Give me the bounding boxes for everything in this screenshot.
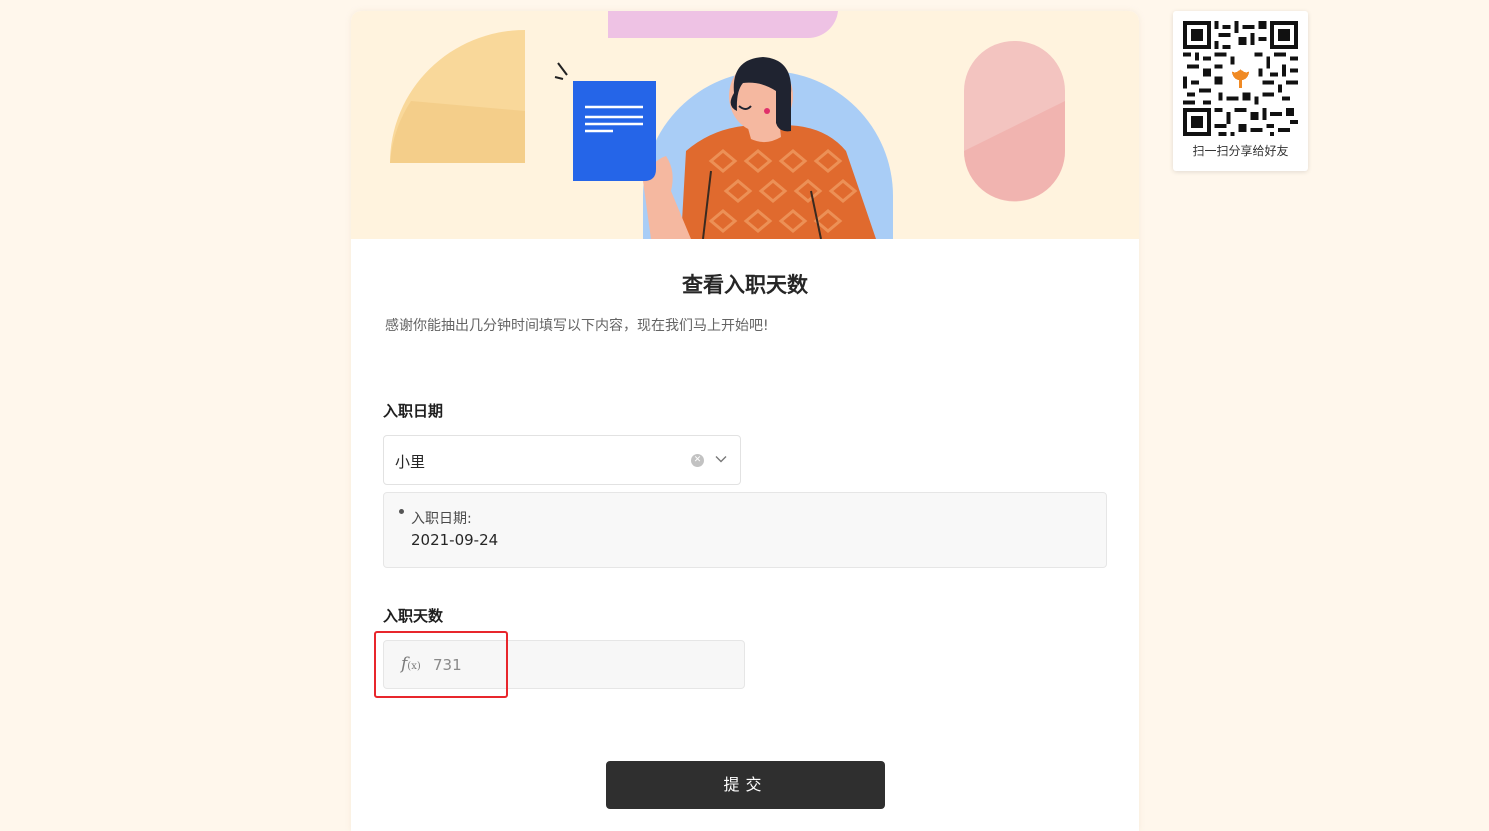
qr-caption: 扫一扫分享给好友 (1192, 144, 1289, 158)
form-card: 查看入职天数 感谢你能抽出几分钟时间填写以下内容，现在我们马上开始吧! 入职日期… (351, 11, 1139, 831)
join-date-detail-value: 2021-09-24 (411, 531, 499, 549)
join-date-label: 入职日期 (383, 402, 444, 420)
chevron-down-icon[interactable] (715, 453, 727, 465)
share-qr-card: 扫一扫分享给好友 (1173, 11, 1308, 171)
join-date-selected-value: 小里 (395, 453, 426, 471)
banner-illustration (390, 11, 1065, 239)
join-date-select[interactable]: 小里 ✕ (383, 435, 741, 485)
submit-button[interactable]: 提交 (606, 761, 885, 809)
join-date-detail-label: 入职日期: (411, 511, 472, 527)
join-days-label: 入职天数 (383, 607, 444, 625)
join-date-detail: 入职日期: 2021-09-24 (383, 492, 1107, 568)
bullet-dot (399, 509, 404, 514)
header-banner (351, 11, 1139, 239)
form-title: 查看入职天数 (682, 273, 808, 297)
form-description: 感谢你能抽出几分钟时间填写以下内容，现在我们马上开始吧! (385, 318, 769, 334)
qr-code-icon (1183, 21, 1298, 136)
highlight-box (374, 631, 508, 698)
clear-icon[interactable]: ✕ (691, 454, 704, 467)
